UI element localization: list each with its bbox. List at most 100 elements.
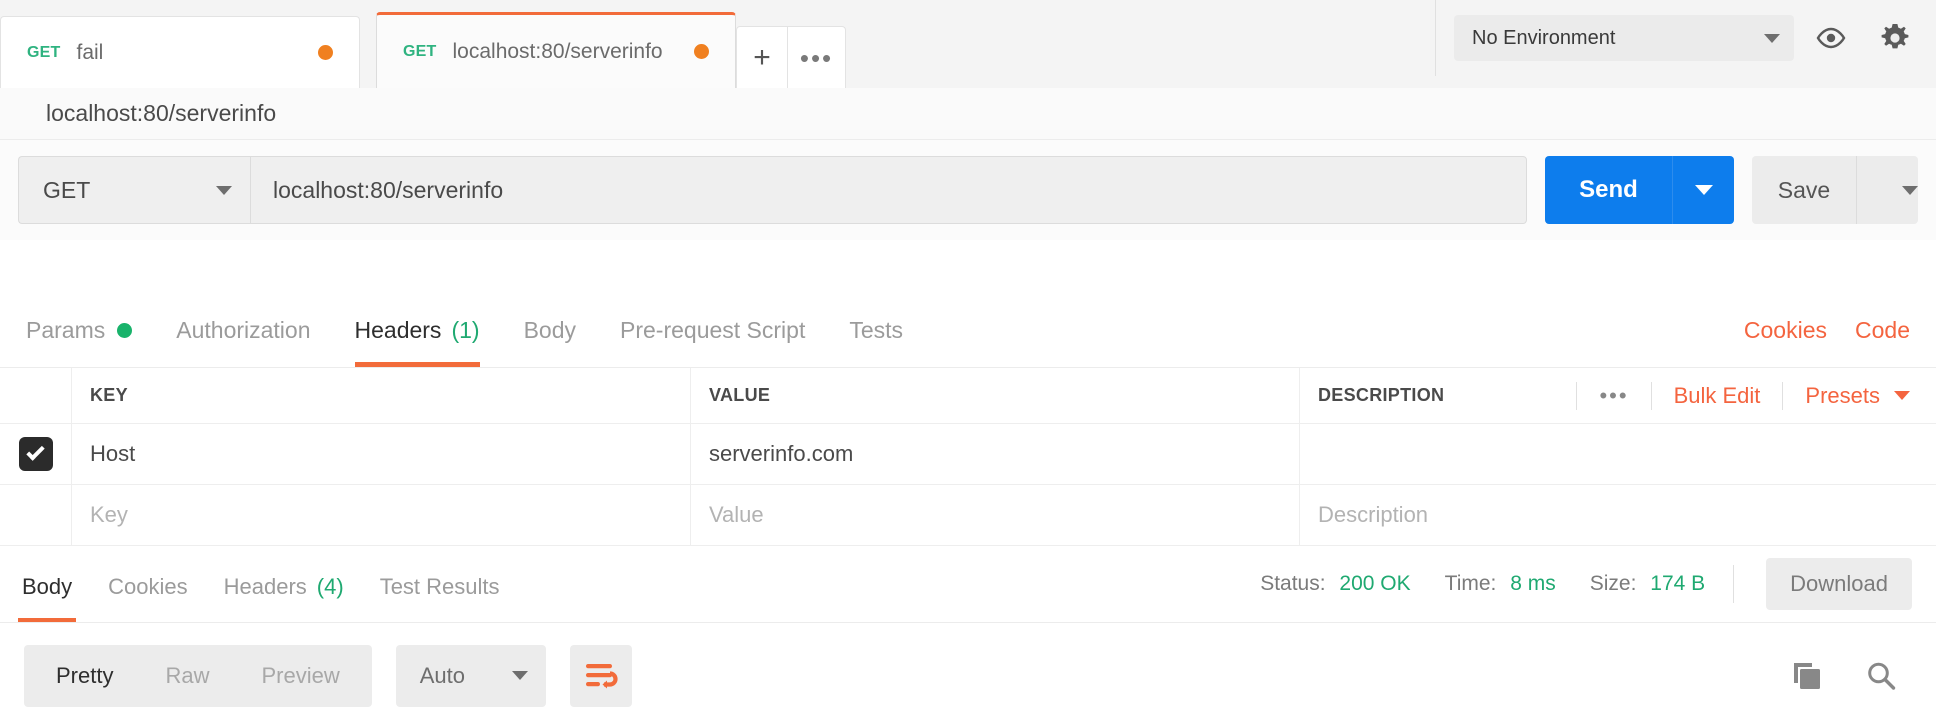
view-raw-button[interactable]: Raw <box>139 645 235 707</box>
status-meta: Status: 200 OK <box>1260 572 1410 596</box>
table-header-row: KEY VALUE DESCRIPTION ••• Bulk Edit Pres… <box>0 368 1936 424</box>
time-label: Time: <box>1444 572 1497 595</box>
tab-body[interactable]: Body <box>502 293 598 367</box>
copy-icon <box>1794 662 1820 689</box>
new-tab-button[interactable]: + <box>736 26 788 88</box>
search-icon <box>1868 662 1896 690</box>
chevron-down-icon <box>1764 33 1780 43</box>
tab-count-badge: (1) <box>451 316 480 343</box>
body-view-segmented-control: Pretty Raw Preview <box>24 644 372 707</box>
tab-pre-request-script[interactable]: Pre-request Script <box>598 293 827 367</box>
send-button[interactable]: Send <box>1545 156 1672 224</box>
send-button-group: Send <box>1545 156 1734 224</box>
row-key-cell[interactable]: Host <box>72 424 691 484</box>
tab-title: fail <box>76 40 104 64</box>
url-bar: GET localhost:80/serverinfo Send Save <box>0 140 1936 240</box>
tab-label: Headers <box>223 574 307 599</box>
new-row-checkbox-cell <box>0 485 72 545</box>
http-method-select[interactable]: GET <box>18 156 250 224</box>
eye-icon <box>1816 27 1846 49</box>
status-label: Status: <box>1260 572 1326 595</box>
response-body-toolbar: Pretty Raw Preview Auto <box>0 623 1936 728</box>
plus-icon: + <box>753 40 771 74</box>
tab-params[interactable]: Params <box>4 293 154 367</box>
row-enabled-checkbox[interactable] <box>18 437 53 471</box>
word-wrap-button[interactable] <box>569 644 632 707</box>
url-input[interactable]: localhost:80/serverinfo <box>250 156 1527 224</box>
settings-button[interactable] <box>1868 15 1922 61</box>
new-row-description-input[interactable]: Description <box>1300 485 1936 545</box>
row-description-cell[interactable] <box>1300 424 1936 484</box>
environment-selector[interactable]: No Environment <box>1454 15 1794 61</box>
new-row-key-placeholder: Key <box>90 502 128 527</box>
tab-label: Authorization <box>176 316 311 343</box>
table-row: Host serverinfo.com <box>0 424 1936 485</box>
bulk-edit-link[interactable]: Bulk Edit <box>1674 383 1761 409</box>
unsaved-indicator-dot <box>318 45 333 60</box>
tab-title: localhost:80/serverinfo <box>452 39 663 63</box>
divider <box>1650 381 1652 410</box>
body-toolbar-right-icons <box>1790 659 1912 693</box>
headers-table: KEY VALUE DESCRIPTION ••• Bulk Edit Pres… <box>0 368 1936 546</box>
header-cell-key: KEY <box>72 368 691 423</box>
environment-label: No Environment <box>1472 26 1616 49</box>
language-label: Auto <box>419 662 465 688</box>
chevron-down-icon <box>511 671 528 680</box>
tab-label: Params <box>26 316 106 343</box>
request-name[interactable]: localhost:80/serverinfo <box>46 100 276 127</box>
request-section-tabs: Params Authorization Headers (1) Body Pr… <box>0 290 1936 368</box>
environment-area: No Environment <box>1435 0 1936 76</box>
tab-label: Tests <box>849 316 904 343</box>
search-button[interactable] <box>1864 659 1898 693</box>
request-tab-serverinfo[interactable]: GET localhost:80/serverinfo <box>376 12 736 88</box>
header-cell-description: DESCRIPTION ••• Bulk Edit Presets <box>1300 368 1936 423</box>
size-value: 174 B <box>1650 572 1706 595</box>
response-tab-body[interactable]: Body <box>4 552 90 622</box>
gear-icon <box>1881 24 1909 49</box>
presets-link[interactable]: Presets <box>1805 383 1880 409</box>
header-cell-checkbox <box>0 368 72 423</box>
tab-label: Pre-request Script <box>620 316 806 343</box>
code-link[interactable]: Code <box>1855 317 1910 344</box>
save-button-group: Save <box>1752 156 1918 224</box>
tab-tests[interactable]: Tests <box>827 293 925 367</box>
row-value-value: serverinfo.com <box>709 441 854 466</box>
request-tab-fail[interactable]: GET fail <box>0 16 360 88</box>
language-select[interactable]: Auto <box>395 644 546 707</box>
size-meta: Size: 174 B <box>1590 572 1705 596</box>
tab-options-button[interactable]: ••• <box>788 26 846 88</box>
new-row-key-input[interactable]: Key <box>72 485 691 545</box>
tab-strip: GET fail GET localhost:80/serverinfo + •… <box>0 0 1936 88</box>
headers-table-actions: ••• Bulk Edit Presets <box>1554 368 1936 423</box>
table-options-icon[interactable]: ••• <box>1599 384 1628 406</box>
response-tab-headers[interactable]: Headers (4) <box>206 552 362 622</box>
copy-button[interactable] <box>1790 660 1824 692</box>
divider <box>1782 381 1784 410</box>
time-value: 8 ms <box>1510 572 1556 595</box>
download-button[interactable]: Download <box>1766 558 1912 610</box>
response-bar: Body Cookies Headers (4) Test Results St… <box>0 551 1936 623</box>
response-tab-test-results[interactable]: Test Results <box>362 552 518 622</box>
save-button[interactable]: Save <box>1752 156 1856 224</box>
ellipsis-icon: ••• <box>799 42 834 73</box>
unsaved-indicator-dot <box>694 44 709 59</box>
table-row-new: Key Value Description <box>0 485 1936 546</box>
response-tab-cookies[interactable]: Cookies <box>90 552 205 622</box>
tab-authorization[interactable]: Authorization <box>154 293 332 367</box>
tab-method-label: GET <box>403 42 437 60</box>
response-meta: Status: 200 OK Time: 8 ms Size: 174 B Do… <box>1226 552 1936 622</box>
chevron-down-icon <box>1894 391 1910 400</box>
row-value-cell[interactable]: serverinfo.com <box>691 424 1300 484</box>
cookies-link[interactable]: Cookies <box>1744 317 1827 344</box>
http-method-label: GET <box>43 176 91 203</box>
environment-quick-look-button[interactable] <box>1804 15 1858 61</box>
save-options-button[interactable] <box>1856 156 1918 224</box>
new-row-value-input[interactable]: Value <box>691 485 1300 545</box>
view-preview-button[interactable]: Preview <box>235 645 365 707</box>
status-value: 200 OK <box>1339 572 1411 595</box>
chevron-down-icon <box>216 185 232 195</box>
tab-headers[interactable]: Headers (1) <box>333 293 502 367</box>
view-pretty-button[interactable]: Pretty <box>30 645 139 707</box>
tab-label: Cookies <box>108 574 188 599</box>
send-options-button[interactable] <box>1672 156 1734 224</box>
